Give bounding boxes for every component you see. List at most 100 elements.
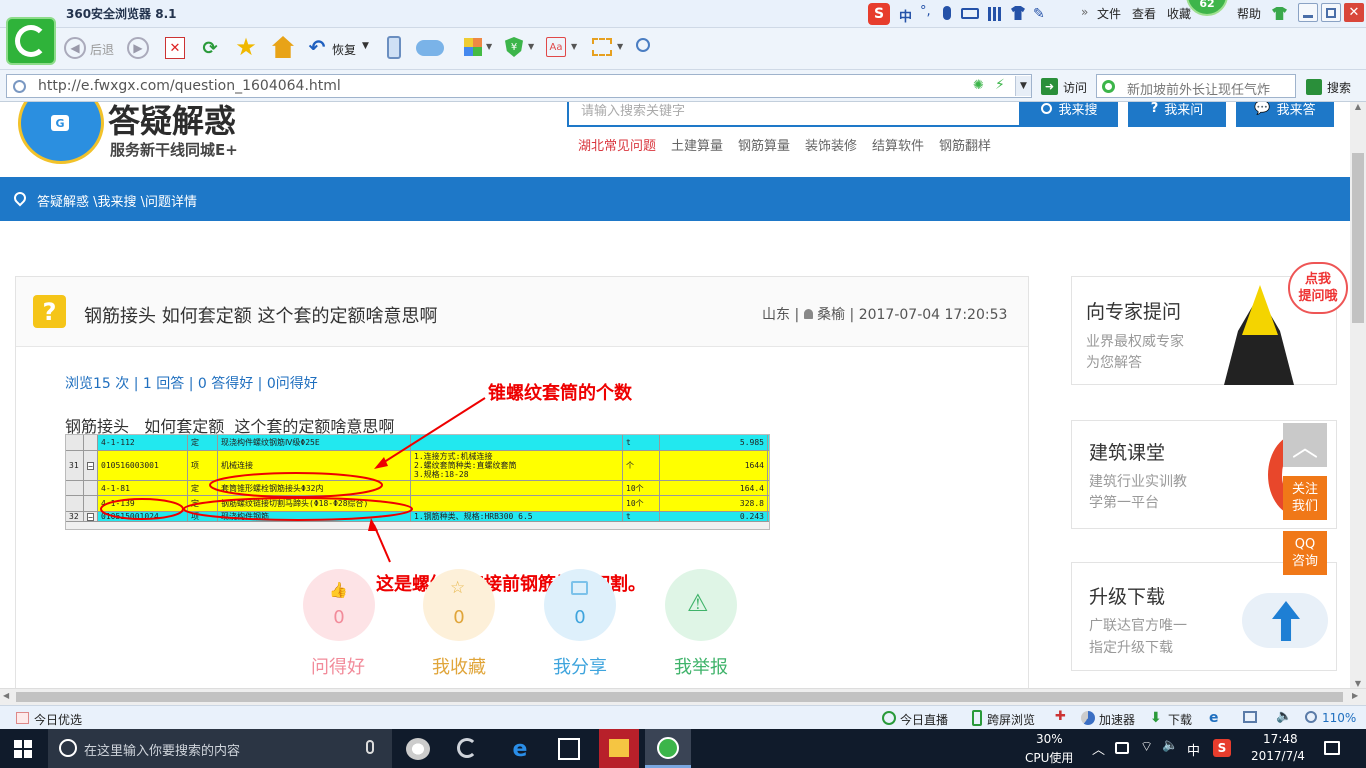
minimize-button[interactable]	[1298, 3, 1318, 22]
ask-bubble[interactable]: 点我 提问哦	[1288, 262, 1348, 314]
sidebar-upgrade-download[interactable]: 升级下载 广联达官方唯一 指定升级下载	[1071, 562, 1337, 671]
action-favorite[interactable]: ☆ 0 我收藏	[423, 569, 495, 679]
visit-button[interactable]: 访问	[1063, 79, 1087, 96]
tray-wifi-icon[interactable]: ⌔	[1140, 738, 1153, 756]
cloud-icon[interactable]	[416, 40, 444, 56]
browser-taskbar-icon[interactable]	[645, 729, 691, 768]
taskbar-search-text[interactable]: 在这里输入你要搜索的内容	[84, 740, 240, 759]
url-dropdown-icon[interactable]: ▼	[1015, 76, 1031, 96]
refresh-icon[interactable]: ⟳	[200, 37, 220, 59]
action-report[interactable]: ⚠ 我举报	[665, 569, 737, 679]
action-share-circle[interactable]: 0	[544, 569, 616, 641]
home-icon[interactable]	[272, 36, 294, 58]
action-favorite-circle[interactable]: ☆ 0	[423, 569, 495, 641]
status-accelerator[interactable]: 加速器	[1099, 711, 1135, 728]
search-engine-icon[interactable]	[1102, 80, 1115, 93]
menu-expand-icon[interactable]: »	[1081, 5, 1088, 19]
search-button[interactable]: 我来搜	[1021, 102, 1118, 127]
play-icon[interactable]	[882, 711, 896, 725]
browser-search-field[interactable]: 新加坡前外长让现任气炸	[1096, 74, 1296, 98]
close-button[interactable]: ✕	[1344, 3, 1364, 22]
tray-up-arrow-icon[interactable]: ︿	[1092, 739, 1105, 758]
notification-badge[interactable]: 62	[1186, 0, 1228, 16]
sub-link-civil[interactable]: 土建算量	[671, 135, 723, 154]
lightning-icon[interactable]: ⚡	[995, 77, 1005, 93]
browser-search-text[interactable]: 新加坡前外长让现任气炸	[1127, 79, 1270, 98]
keyboard-icon[interactable]	[961, 8, 979, 19]
download-icon[interactable]: ⬇	[1150, 710, 1162, 726]
menu-favorites[interactable]: 收藏	[1167, 5, 1191, 22]
taskbar-app-1-icon[interactable]	[406, 738, 430, 760]
follow-us-button[interactable]: 关注 我们	[1283, 476, 1327, 520]
screenshot-dropdown-icon[interactable]: ▼	[617, 42, 623, 51]
sogou-ime-icon[interactable]: S	[868, 3, 890, 25]
tray-ime-label[interactable]: 中	[1187, 740, 1200, 759]
apps-icon[interactable]	[464, 38, 482, 56]
restore-button-label[interactable]: 恢复	[332, 41, 356, 58]
screenshot-icon[interactable]	[592, 38, 612, 56]
undo-icon[interactable]: ↶	[306, 35, 328, 59]
ime-punct-icon[interactable]: °,	[920, 4, 931, 19]
action-share[interactable]: 0 我分享	[544, 569, 616, 679]
tray-volume-icon[interactable]: 🔈	[1162, 738, 1178, 753]
translate-icon[interactable]: Aa	[546, 37, 566, 57]
skin-icon[interactable]	[1272, 7, 1287, 20]
back-icon[interactable]: ◀	[64, 37, 86, 59]
tray-network-icon[interactable]	[1115, 742, 1129, 754]
window-icon[interactable]	[1243, 711, 1257, 723]
mic-icon[interactable]	[943, 6, 951, 20]
today-pick-link[interactable]: 今日优选	[34, 711, 82, 728]
menu-file[interactable]: 文件	[1097, 5, 1121, 22]
taskbar-app-2-icon[interactable]	[457, 738, 477, 758]
back-to-top-button[interactable]: ︿	[1283, 423, 1327, 467]
qq-consult-button[interactable]: QQ 咨询	[1283, 531, 1327, 575]
grid-icon[interactable]	[988, 7, 1002, 21]
action-like[interactable]: 👍 0 问得好	[303, 569, 375, 679]
phone-icon[interactable]	[387, 36, 401, 59]
maximize-button[interactable]	[1321, 3, 1341, 22]
shield-dropdown-icon[interactable]: ▼	[528, 42, 534, 51]
action-report-circle[interactable]: ⚠	[665, 569, 737, 641]
url-text[interactable]: http://e.fwxgx.com/question_1604064.html	[38, 78, 341, 94]
wrench-icon[interactable]: ✎	[1033, 6, 1045, 22]
sub-link-decoration[interactable]: 装饰装修	[805, 135, 857, 154]
browser-search-button[interactable]: 搜索	[1327, 79, 1351, 96]
follow-us-label[interactable]: 关注 我们	[1292, 481, 1318, 515]
translate-dropdown-icon[interactable]: ▼	[571, 42, 577, 51]
ime-mode-label[interactable]: 中	[899, 6, 912, 25]
sub-link-settlement[interactable]: 结算软件	[872, 135, 924, 154]
forward-icon[interactable]: ▶	[127, 37, 149, 59]
site-search-input[interactable]: 请输入搜索关键字	[567, 102, 1021, 127]
volume-icon[interactable]: 🔈	[1276, 709, 1292, 724]
zoom-icon[interactable]	[636, 38, 650, 52]
restore-dropdown-icon[interactable]: ▼	[362, 41, 369, 51]
taskbar-search-box[interactable]: 在这里输入你要搜索的内容	[48, 729, 392, 768]
zoom-status-icon[interactable]	[1305, 711, 1317, 723]
shield-icon[interactable]: ¥	[505, 37, 523, 57]
ask-bubble-text[interactable]: 点我 提问哦	[1298, 271, 1337, 305]
action-like-circle[interactable]: 👍 0	[303, 569, 375, 641]
scroll-down-arrow[interactable]: ▼	[1350, 679, 1366, 688]
question-user[interactable]: 桑榆	[817, 307, 845, 323]
vertical-scroll-thumb[interactable]	[1352, 153, 1364, 323]
zoom-level[interactable]: 110%	[1322, 711, 1356, 725]
answer-button[interactable]: 💬 我来答	[1236, 102, 1334, 127]
search-magnifier-icon[interactable]	[1306, 79, 1322, 95]
store-icon[interactable]	[558, 738, 580, 760]
gift-icon[interactable]	[16, 712, 29, 724]
site-search-placeholder[interactable]: 请输入搜索关键字	[581, 102, 685, 119]
ie-icon[interactable]: e	[1209, 710, 1219, 726]
clock-time[interactable]: 17:48	[1263, 732, 1298, 746]
qq-consult-label[interactable]: QQ 咨询	[1292, 536, 1318, 570]
menu-view[interactable]: 查看	[1132, 5, 1156, 22]
visit-arrow-icon[interactable]: ➜	[1041, 78, 1058, 95]
shirt-icon[interactable]	[1011, 6, 1025, 20]
scroll-right-arrow[interactable]: ▶	[1352, 691, 1358, 700]
mobile-icon[interactable]	[972, 710, 982, 726]
speedometer-icon[interactable]	[1081, 711, 1095, 725]
back-button-label[interactable]: 后退	[90, 41, 114, 58]
plus-icon[interactable]: ✚	[1055, 709, 1066, 724]
horizontal-scroll-thumb[interactable]	[16, 692, 1343, 702]
vertical-scrollbar[interactable]: ▲ ▼	[1350, 102, 1366, 688]
microphone-icon[interactable]	[366, 740, 374, 754]
